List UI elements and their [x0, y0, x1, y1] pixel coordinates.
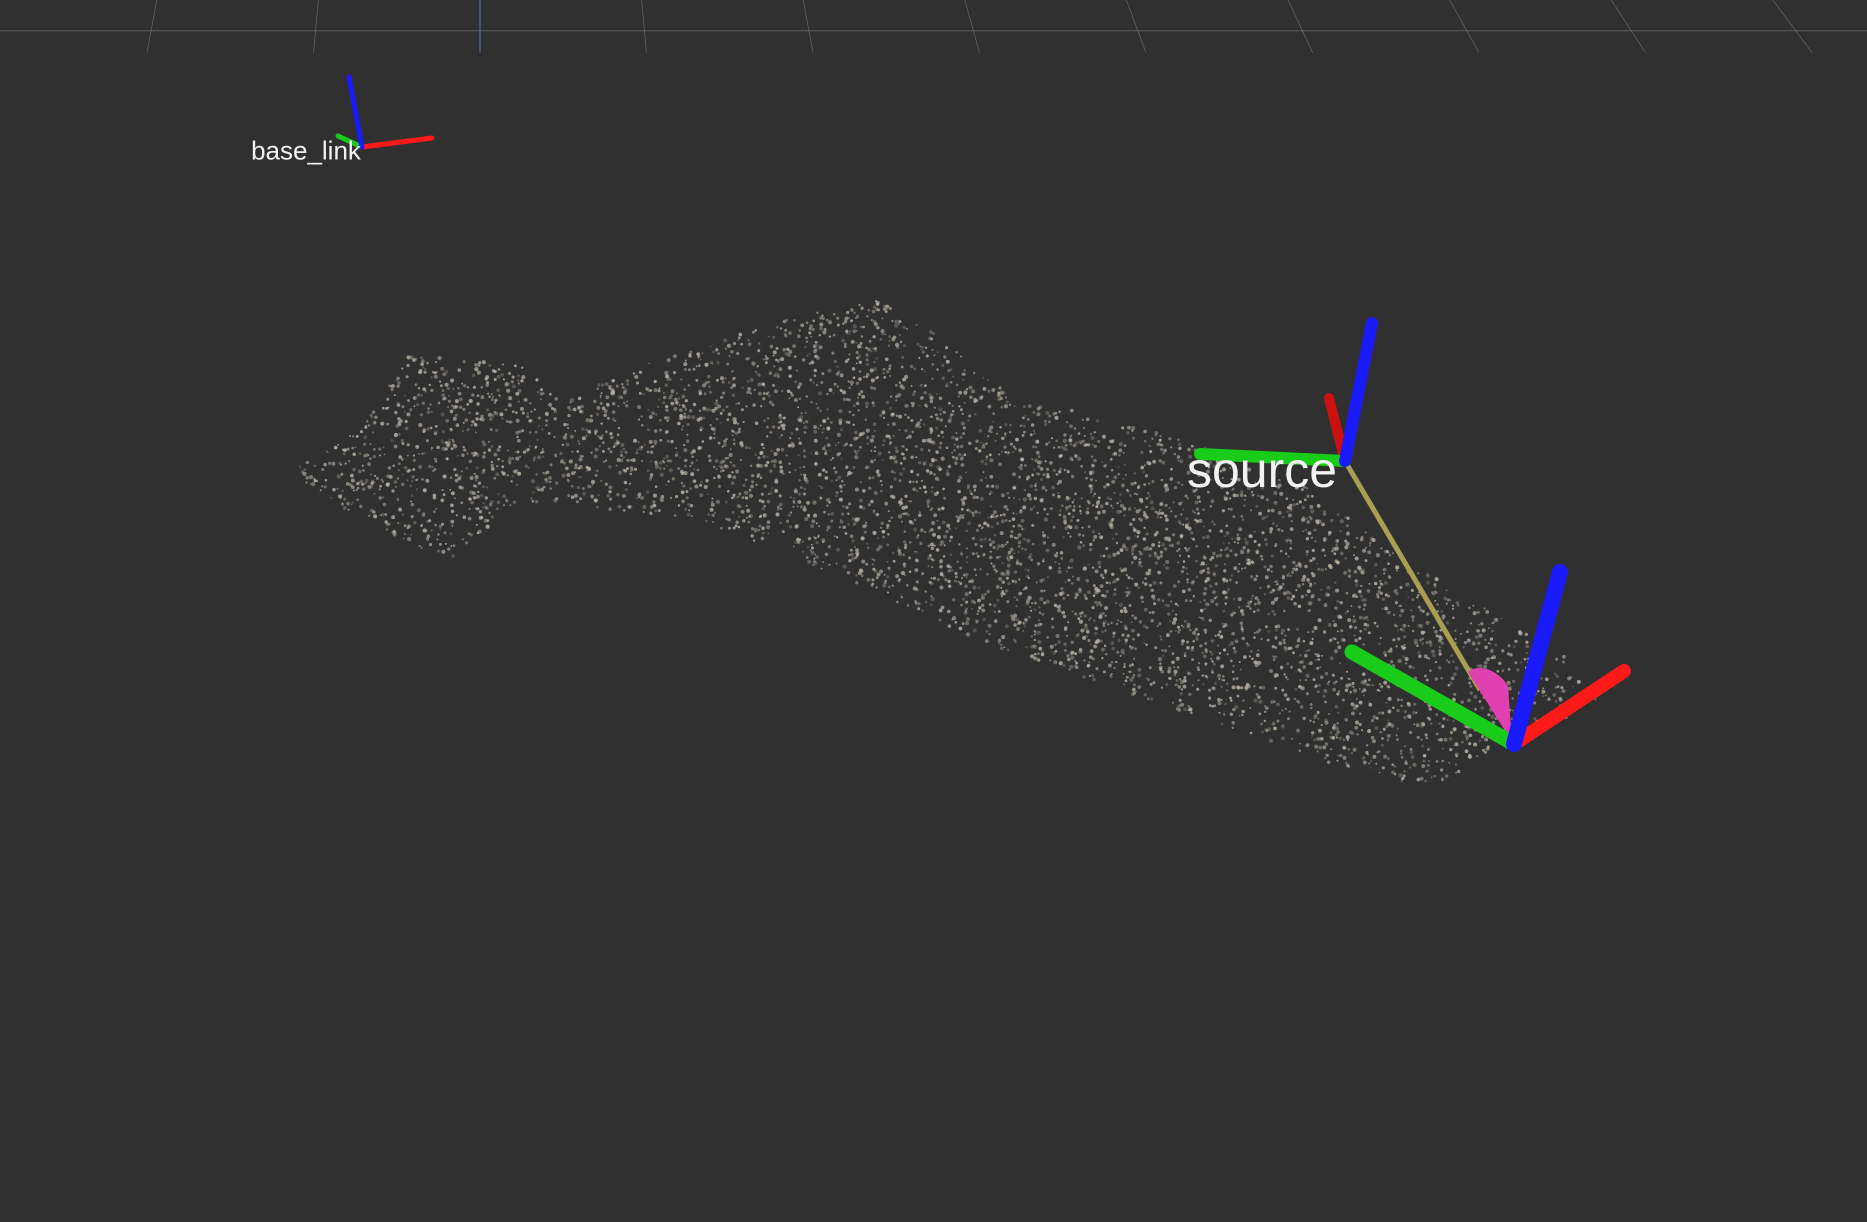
3d-scene: [0, 0, 1867, 783]
grid-line: [964, 0, 980, 53]
source-z-axis: [1339, 317, 1378, 467]
point-cloud: [298, 300, 1597, 783]
source-axes: [1194, 317, 1378, 467]
grid-line: [1287, 0, 1313, 53]
grid-line: [802, 0, 814, 53]
grid-line: [313, 0, 319, 53]
base-link-axes: [335, 74, 435, 150]
base-link-x-axis: [359, 135, 435, 150]
grid-line: [1449, 0, 1480, 53]
3d-viewport[interactable]: base_link source: [0, 0, 1867, 1222]
grid-line: [146, 0, 158, 53]
source-y-axis: [1194, 448, 1351, 467]
ground-grid: [0, 0, 1867, 53]
grid-line: [1772, 0, 1813, 53]
grid-line: [641, 0, 647, 53]
base-link-z-axis: [346, 74, 365, 150]
grid-line: [1126, 0, 1147, 53]
grid-line: [1610, 0, 1646, 53]
